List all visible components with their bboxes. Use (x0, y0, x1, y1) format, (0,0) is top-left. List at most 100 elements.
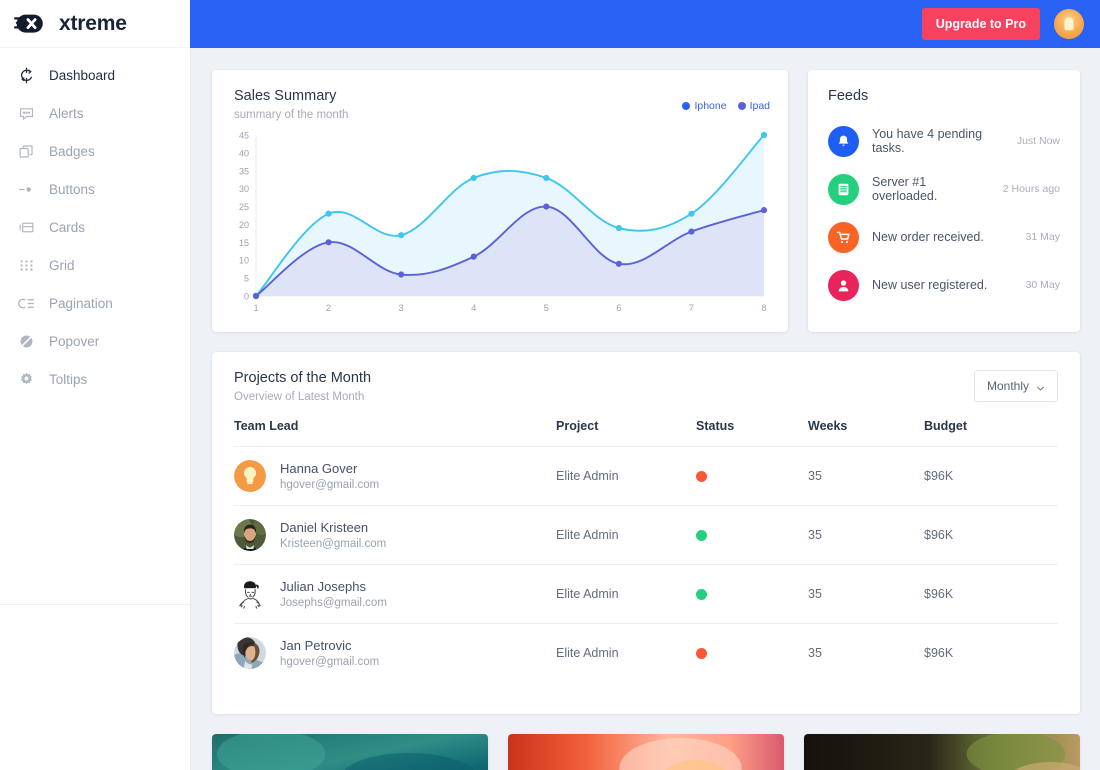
table-row[interactable]: Daniel Kristeen Kristeen@gmail.com Elite A… (234, 505, 1058, 565)
feed-time: 2 Hours ago (1002, 183, 1060, 195)
photo-cards-row (212, 734, 1080, 770)
brand-logo[interactable]: xtreme (0, 0, 190, 48)
monthly-filter-label: Monthly (986, 379, 1029, 393)
image-thumbnail (212, 734, 488, 770)
photo-card-garden[interactable] (804, 734, 1080, 770)
svg-text:35: 35 (239, 166, 249, 176)
lead-email: Josephs@gmail.com (280, 597, 387, 609)
badges-icon (18, 143, 35, 160)
svg-text:8: 8 (761, 303, 766, 314)
cell-project: Elite Admin (556, 446, 696, 506)
legend-label: Iphone (694, 100, 727, 112)
sidebar-item-label: Toltips (49, 371, 88, 387)
cell-weeks: 35 (808, 505, 924, 565)
sidebar-item-tooltips[interactable]: Toltips (0, 360, 190, 398)
sidebar-item-label: Alerts (49, 105, 84, 121)
user-icon (828, 269, 859, 301)
projects-title: Projects of the Month (234, 370, 372, 386)
legend-item-iphone[interactable]: Iphone (682, 100, 727, 112)
feeds-title: Feeds (828, 88, 869, 104)
status-badge (696, 647, 707, 659)
legend-item-ipad[interactable]: Ipad (737, 100, 770, 112)
sidebar-item-buttons[interactable]: Buttons (0, 170, 190, 208)
sidebar-item-label: Buttons (49, 181, 95, 197)
buttons-icon (18, 181, 35, 198)
column-header-project: Project (556, 419, 696, 447)
tooltips-icon (18, 371, 35, 388)
user-avatar-icon[interactable] (1054, 9, 1084, 39)
sidebar-item-label: Popover (49, 333, 100, 349)
upgrade-to-pro-button[interactable]: Upgrade to Pro (921, 8, 1040, 40)
sales-chart: 0 5 10 15 20 25 30 35 40 45 1 2 3 4 5 6 7 8 (224, 127, 772, 327)
cell-weeks: 35 (808, 564, 924, 624)
cell-project: Elite Admin (556, 646, 619, 660)
lead-email: Kristeen@gmail.com (280, 538, 387, 550)
feed-text: New order received. (872, 230, 984, 244)
chevron-down-icon (1036, 382, 1045, 391)
avatar-photo-man (234, 519, 266, 551)
image-thumbnail (804, 734, 1080, 770)
table-row[interactable]: Hanna Gover hgover@gmail.com Elite Admin 35… (234, 446, 1058, 506)
svg-text:4: 4 (471, 303, 476, 314)
feed-item[interactable]: New order received. 31 May (828, 213, 1060, 261)
svg-text:25: 25 (239, 202, 249, 212)
top-row: Sales Summary summary of the month Iphon… (212, 70, 1080, 332)
lead-name: Jan Petrovic (280, 638, 352, 653)
alerts-icon (18, 105, 35, 122)
cell-weeks: 35 (808, 446, 924, 506)
feed-item[interactable]: Server #1 overloaded. 2 Hours ago (828, 165, 1060, 213)
table-row[interactable]: Julian Josephs Josephs@gmail.com Elite Adm… (234, 564, 1058, 624)
status-badge (696, 588, 707, 600)
feed-item[interactable]: You have 4 pending tasks. Just Now (828, 117, 1060, 165)
feed-item[interactable]: New user registered. 30 May (828, 261, 1060, 309)
photo-card-peach[interactable] (508, 734, 784, 770)
sidebar-item-popover[interactable]: Popover (0, 322, 190, 360)
sidebar-item-cards[interactable]: Cards (0, 208, 190, 246)
sidebar-item-alerts[interactable]: Alerts (0, 94, 190, 132)
projects-table: Team Lead Project Status Weeks Budget Ha… (234, 419, 1058, 682)
avatar-lightbulb (234, 460, 266, 492)
svg-text:45: 45 (239, 131, 249, 141)
bell-icon (828, 125, 859, 157)
svg-text:10: 10 (239, 256, 249, 266)
projects-header: Projects of the Month Overview of Latest… (234, 370, 1058, 403)
feed-text: You have 4 pending tasks. (872, 127, 983, 155)
sidebar-nav: Dashboard Alerts Badges Buttons Cards Gr… (0, 48, 190, 398)
svg-text:3: 3 (398, 303, 403, 314)
cell-weeks: 35 (808, 646, 822, 660)
sidebar-item-grid[interactable]: Grid (0, 246, 190, 284)
sidebar-item-label: Dashboard (49, 67, 116, 83)
svg-text:1: 1 (253, 303, 258, 314)
pagination-icon (18, 295, 35, 312)
lead-name: Hanna Gover (280, 461, 358, 476)
popover-icon (18, 333, 35, 350)
feed-time: Just Now (1016, 135, 1060, 147)
table-header-row: Team Lead Project Status Weeks Budget (234, 419, 1058, 447)
dashboard-icon (18, 67, 35, 84)
monthly-filter-dropdown[interactable]: Monthly (973, 370, 1058, 402)
sidebar-item-label: Badges (49, 143, 95, 159)
avatar-sketch-man (234, 578, 266, 610)
cart-icon (828, 221, 859, 253)
legend-label: Ipad (749, 100, 770, 112)
sidebar-item-dashboard[interactable]: Dashboard (0, 56, 190, 94)
top-header-bar: Upgrade to Pro (190, 0, 1100, 48)
xtreme-logo-icon (14, 11, 50, 37)
cell-budget: $96K (924, 564, 1058, 624)
column-header-weeks: Weeks (808, 419, 924, 447)
feed-time: 30 May (1025, 279, 1060, 291)
feed-time: 31 May (1025, 231, 1060, 243)
table-row[interactable]: Jan Petrovic hgover@gmail.com Elite Admin 3… (234, 624, 1058, 683)
status-badge (696, 529, 707, 541)
photo-card-teal[interactable] (212, 734, 488, 770)
svg-text:15: 15 (239, 238, 249, 248)
sidebar-item-badges[interactable]: Badges (0, 132, 190, 170)
sidebar-item-label: Pagination (49, 295, 113, 311)
column-header-team-lead: Team Lead (234, 419, 556, 447)
sidebar-item-pagination[interactable]: Pagination (0, 284, 190, 322)
svg-text:2: 2 (326, 303, 331, 314)
image-thumbnail (508, 734, 784, 770)
svg-text:0: 0 (244, 292, 249, 302)
main-area: Upgrade to Pro Sales Summary summary of … (190, 0, 1100, 770)
sidebar-item-label: Grid (49, 257, 75, 273)
